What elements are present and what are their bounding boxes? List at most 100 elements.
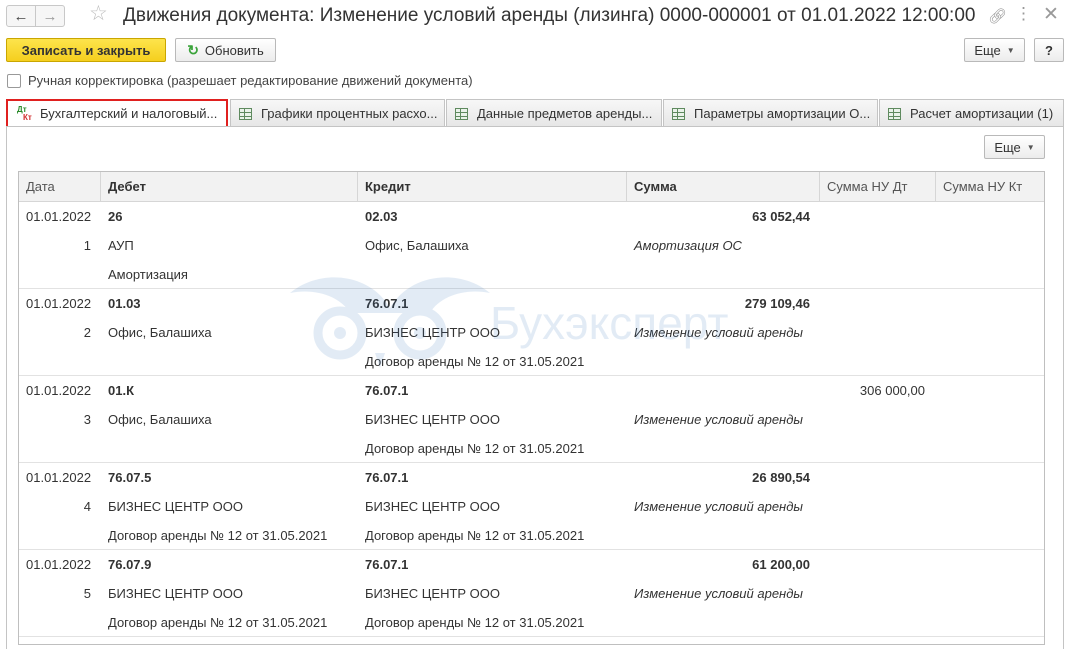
cell-debit-subconto: Договор аренды № 12 от 31.05.2021 — [108, 528, 328, 543]
table-icon — [888, 107, 901, 120]
cell-debit-account: 26 — [108, 209, 123, 224]
cell-content: Изменение условий аренды — [634, 499, 803, 514]
cell-debit-subconto: Офис, Балашиха — [108, 412, 212, 427]
table-icon — [455, 107, 468, 120]
tab-interest-schedules[interactable]: Графики процентных расхо... — [230, 99, 445, 127]
cell-debit-account: 01.03 — [108, 296, 141, 311]
tab-lease-items[interactable]: Данные предметов аренды... — [446, 99, 662, 127]
cell-date: 01.01.2022 — [26, 557, 92, 572]
manual-edit-label[interactable]: Ручная корректировка (разрешает редактир… — [28, 73, 473, 88]
tab-label: Бухгалтерский и налоговый... — [40, 106, 218, 121]
window-title: Движения документа: Изменение условий ар… — [123, 5, 976, 26]
table-icon — [672, 107, 685, 120]
col-sum[interactable]: Сумма — [627, 172, 820, 202]
cell-debit-subconto: Офис, Балашиха — [108, 325, 212, 340]
cell-debit-subconto: Договор аренды № 12 от 31.05.2021 — [108, 615, 328, 630]
col-sum-nu-kt[interactable]: Сумма НУ Кт — [936, 172, 1044, 202]
tab-label: Графики процентных расхо... — [261, 106, 438, 121]
col-debit[interactable]: Дебет — [101, 172, 358, 202]
table-row[interactable]: 01.01.2022 4 76.07.5 76.07.1 БИЗНЕС ЦЕНТР ОО… — [19, 463, 1044, 550]
cell-credit-subconto: БИЗНЕС ЦЕНТР ООО — [365, 325, 501, 340]
back-button[interactable]: ← — [6, 5, 36, 27]
cell-credit-account: 02.03 — [365, 209, 398, 224]
table-row[interactable]: 01.01.2022 1 26 02.03 АУП Офис, Балашиха Аморт… — [19, 202, 1044, 289]
cell-debit-account: 01.К — [108, 383, 135, 398]
cell-credit-subconto: Договор аренды № 12 от 31.05.2021 — [365, 615, 585, 630]
cell-date: 01.01.2022 — [26, 383, 92, 398]
cell-credit-account: 76.07.1 — [365, 296, 409, 311]
cell-debit-account: 76.07.5 — [108, 470, 152, 485]
col-credit[interactable]: Кредит — [358, 172, 627, 202]
entries-table[interactable]: Дата Дебет Кредит Сумма Сумма НУ Дт Сумм… — [18, 171, 1045, 645]
help-button[interactable]: ? — [1034, 38, 1064, 62]
cell-credit-subconto: Договор аренды № 12 от 31.05.2021 — [365, 354, 585, 369]
cell-sum: 63 052,44 — [752, 209, 810, 224]
cell-credit-account: 76.07.1 — [365, 383, 409, 398]
table-row[interactable]: 01.01.2022 2 01.03 76.07.1 Офис, Балашиха БИЗ… — [19, 289, 1044, 376]
link-icon[interactable]: 🔗︎ — [988, 7, 1007, 25]
save-and-close-button[interactable]: Записать и закрыть — [6, 38, 166, 62]
tab-label: Данные предметов аренды... — [477, 106, 653, 121]
tab-panel: Еще ▼ Дата Дебет Кредит Сумма Сумма НУ Д… — [6, 126, 1064, 649]
cell-row-number: 2 — [83, 325, 91, 340]
cell-credit-subconto: БИЗНЕС ЦЕНТР ООО — [365, 586, 501, 601]
cell-row-number: 4 — [83, 499, 91, 514]
cell-debit-subconto: БИЗНЕС ЦЕНТР ООО — [108, 586, 244, 601]
tab-depreciation-calc[interactable]: Расчет амортизации (1) — [879, 99, 1064, 127]
tab-depreciation-params[interactable]: Параметры амортизации О... — [663, 99, 878, 127]
cell-content: Изменение условий аренды — [634, 586, 803, 601]
kebab-menu-icon[interactable]: ⋮ — [1015, 4, 1032, 24]
tab-bar: Дт Кт Бухгалтерский и налоговый... График… — [6, 99, 1064, 128]
cell-credit-account: 76.07.1 — [365, 557, 409, 572]
col-date[interactable]: Дата — [19, 172, 101, 202]
cell-content: Изменение условий аренды — [634, 325, 803, 340]
cell-row-number: 5 — [83, 586, 91, 601]
table-header: Дата Дебет Кредит Сумма Сумма НУ Дт Сумм… — [19, 172, 1044, 202]
cell-debit-subconto: АУП — [108, 238, 134, 253]
cell-debit-account: 76.07.9 — [108, 557, 152, 572]
refresh-label: Обновить — [204, 42, 264, 58]
caret-down-icon: ▼ — [1006, 45, 1015, 55]
manual-edit-row: Ручная корректировка (разрешает редактир… — [7, 73, 473, 88]
cell-sum: 279 109,46 — [744, 296, 810, 311]
cell-row-number: 1 — [83, 238, 91, 253]
refresh-button[interactable]: ↻ Обновить — [175, 38, 276, 62]
tab-label: Параметры амортизации О... — [694, 106, 871, 121]
more-menu-button[interactable]: Еще ▼ — [964, 38, 1025, 62]
cell-content: Амортизация ОС — [634, 238, 742, 253]
cell-debit-subconto: Амортизация — [108, 267, 188, 282]
cell-credit-account: 76.07.1 — [365, 470, 409, 485]
tab-label: Расчет амортизации (1) — [910, 106, 1054, 121]
dt-kt-icon: Дт Кт — [17, 104, 32, 122]
favorite-star-icon[interactable]: ☆ — [89, 3, 108, 24]
panel-more-button[interactable]: Еще ▼ — [984, 135, 1045, 159]
cell-credit-subconto: Договор аренды № 12 от 31.05.2021 — [365, 528, 585, 543]
arrow-left-icon: ← — [13, 7, 29, 25]
cell-credit-subconto: БИЗНЕС ЦЕНТР ООО — [365, 412, 501, 427]
col-sum-nu-dt[interactable]: Сумма НУ Дт — [820, 172, 936, 202]
title-bar: ← → ☆ Движения документа: Изменение усло… — [0, 0, 1070, 32]
cell-date: 01.01.2022 — [26, 470, 92, 485]
refresh-icon: ↻ — [187, 41, 199, 58]
manual-edit-checkbox[interactable] — [7, 73, 21, 88]
cell-date: 01.01.2022 — [26, 296, 92, 311]
cell-sum: 61 200,00 — [752, 557, 810, 572]
cell-sum: 26 890,54 — [752, 470, 810, 485]
tab-accounting[interactable]: Дт Кт Бухгалтерский и налоговый... — [6, 99, 228, 128]
arrow-right-icon: → — [42, 7, 58, 25]
table-row[interactable]: 01.01.2022 5 76.07.9 76.07.1 БИЗНЕС ЦЕНТР ОО… — [19, 550, 1044, 637]
forward-button[interactable]: → — [35, 5, 65, 27]
cell-sum-nu-dt: 306 000,00 — [859, 383, 925, 398]
close-icon[interactable]: ✕ — [1043, 3, 1059, 26]
table-row[interactable]: 01.01.2022 3 01.К 76.07.1 Офис, Балашиха БИЗН… — [19, 376, 1044, 463]
caret-down-icon: ▼ — [1026, 142, 1035, 152]
more-label: Еще — [974, 42, 1001, 58]
table-icon — [239, 107, 252, 120]
cell-credit-subconto: БИЗНЕС ЦЕНТР ООО — [365, 499, 501, 514]
cell-debit-subconto: БИЗНЕС ЦЕНТР ООО — [108, 499, 244, 514]
cell-credit-subconto: Офис, Балашиха — [365, 238, 469, 253]
cell-content: Изменение условий аренды — [634, 412, 803, 427]
cell-date: 01.01.2022 — [26, 209, 92, 224]
cell-row-number: 3 — [83, 412, 91, 427]
cell-credit-subconto: Договор аренды № 12 от 31.05.2021 — [365, 441, 585, 456]
